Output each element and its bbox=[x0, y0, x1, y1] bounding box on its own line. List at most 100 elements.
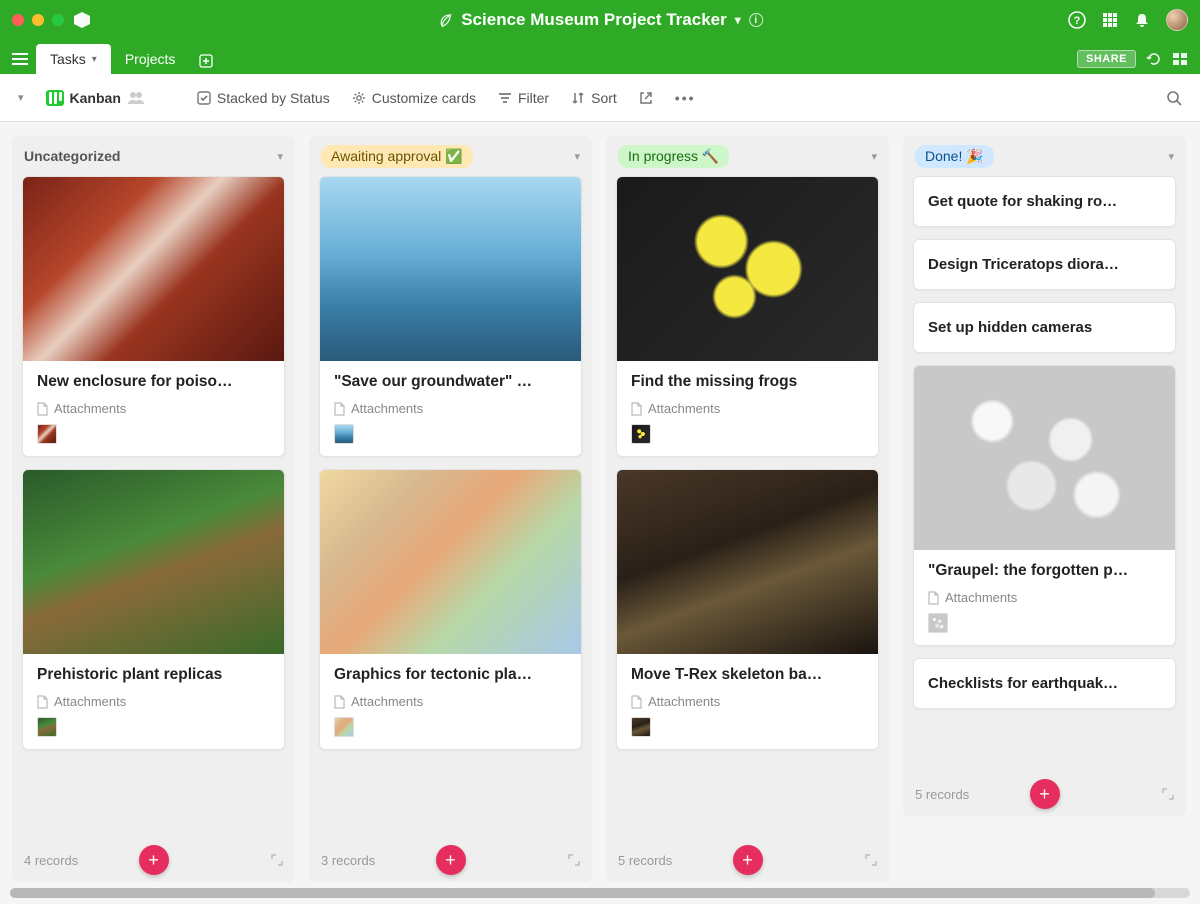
user-avatar[interactable] bbox=[1166, 9, 1188, 31]
share-button[interactable]: SHARE bbox=[1077, 50, 1136, 68]
chevron-down-icon[interactable]: ▾ bbox=[1168, 150, 1174, 163]
close-window-button[interactable] bbox=[12, 14, 24, 26]
view-switcher[interactable]: Kanban bbox=[46, 90, 145, 106]
document-icon bbox=[631, 695, 642, 709]
attachment-thumbnail[interactable] bbox=[334, 424, 354, 444]
chevron-down-icon[interactable]: ▾ bbox=[574, 150, 580, 163]
attachments-label: Attachments bbox=[54, 694, 126, 709]
add-card-button[interactable]: + bbox=[1030, 779, 1060, 809]
column-body[interactable]: New enclosure for poiso…AttachmentsPrehi… bbox=[12, 176, 295, 838]
kanban-card[interactable]: Find the missing frogs Attachments bbox=[616, 176, 879, 457]
card-title: New enclosure for poiso… bbox=[37, 373, 270, 391]
chevron-down-icon[interactable]: ▾ bbox=[277, 150, 283, 163]
titlebar: Science Museum Project Tracker ▾ i ? bbox=[0, 0, 1200, 40]
kanban-card[interactable]: Design Triceratops diora… bbox=[913, 239, 1176, 290]
leaf-icon bbox=[437, 12, 453, 28]
stack-icon bbox=[197, 91, 211, 105]
app-logo-icon bbox=[70, 8, 94, 32]
column-footer: 4 records+ bbox=[12, 838, 295, 882]
stacked-by-button[interactable]: Stacked by Status bbox=[197, 90, 330, 106]
titlebar-right: ? bbox=[1068, 9, 1188, 31]
help-icon[interactable]: ? bbox=[1068, 11, 1086, 29]
expand-column-icon[interactable] bbox=[271, 854, 283, 866]
search-icon[interactable] bbox=[1166, 90, 1182, 106]
card-title: Prehistoric plant replicas bbox=[37, 666, 270, 684]
kanban-card[interactable]: "Graupel: the forgotten p…Attachments bbox=[913, 365, 1176, 646]
expand-column-icon[interactable] bbox=[1162, 788, 1174, 800]
add-tab-button[interactable] bbox=[199, 54, 213, 68]
view-toolbar: ▾ Kanban Stacked by Status Customize car… bbox=[0, 74, 1200, 122]
record-count: 3 records bbox=[321, 853, 375, 868]
attachments-row: Attachments bbox=[334, 401, 567, 416]
document-icon bbox=[928, 591, 939, 605]
column-header: Awaiting approval ✅ ▾ bbox=[309, 136, 592, 176]
horizontal-scrollbar[interactable] bbox=[10, 888, 1190, 898]
attachment-thumbnail[interactable] bbox=[37, 424, 57, 444]
card-cover-image bbox=[617, 470, 878, 654]
add-card-button[interactable]: + bbox=[139, 845, 169, 875]
share-view-button[interactable] bbox=[639, 91, 653, 105]
kanban-card[interactable]: "Save our groundwater" …Attachments bbox=[319, 176, 582, 457]
notifications-bell-icon[interactable] bbox=[1134, 12, 1150, 28]
kanban-card[interactable]: Checklists for earthquak… bbox=[913, 658, 1176, 709]
column-header: Done! 🎉 ▾ bbox=[903, 136, 1186, 176]
expand-column-icon[interactable] bbox=[865, 854, 877, 866]
column-body[interactable]: Get quote for shaking ro… Design Tricerat… bbox=[903, 176, 1186, 772]
chevron-down-icon[interactable]: ▾ bbox=[92, 54, 97, 65]
tabbar-right: SHARE bbox=[1077, 50, 1188, 68]
menu-hamburger-icon[interactable] bbox=[12, 52, 28, 66]
attachments-label: Attachments bbox=[648, 401, 720, 416]
card-cover-image bbox=[914, 366, 1175, 550]
filter-button[interactable]: Filter bbox=[498, 90, 549, 106]
info-icon[interactable]: i bbox=[749, 13, 763, 27]
column-body[interactable]: "Save our groundwater" …AttachmentsGraph… bbox=[309, 176, 592, 838]
attachment-thumbnail[interactable] bbox=[334, 717, 354, 737]
kanban-card[interactable]: New enclosure for poiso…Attachments bbox=[22, 176, 285, 457]
customize-cards-button[interactable]: Customize cards bbox=[352, 90, 476, 106]
card-cover-image bbox=[320, 177, 581, 361]
sort-button[interactable]: Sort bbox=[571, 90, 617, 106]
kanban-card[interactable]: Get quote for shaking ro… bbox=[913, 176, 1176, 227]
attachment-thumbnail[interactable] bbox=[928, 613, 948, 633]
attachment-thumbnail[interactable] bbox=[631, 717, 651, 737]
workspace-title-group[interactable]: Science Museum Project Tracker ▾ i bbox=[437, 10, 763, 30]
card-cover-image bbox=[23, 470, 284, 654]
kanban-card[interactable]: Set up hidden cameras bbox=[913, 302, 1176, 353]
views-dropdown-icon[interactable]: ▾ bbox=[18, 91, 24, 104]
expand-column-icon[interactable] bbox=[568, 854, 580, 866]
add-card-button[interactable]: + bbox=[733, 845, 763, 875]
column-title[interactable]: Uncategorized bbox=[24, 148, 120, 164]
record-count: 5 records bbox=[618, 853, 672, 868]
collaborators-icon[interactable] bbox=[127, 91, 145, 105]
column-footer: 3 records + bbox=[309, 838, 592, 882]
attachments-label: Attachments bbox=[351, 694, 423, 709]
card-title: Move T-Rex skeleton ba… bbox=[631, 666, 864, 684]
attachment-thumbnail[interactable] bbox=[631, 424, 651, 444]
column-title[interactable]: Awaiting approval ✅ bbox=[321, 145, 473, 168]
column-title[interactable]: Done! 🎉 bbox=[915, 145, 994, 168]
workspace-title: Science Museum Project Tracker bbox=[461, 10, 727, 30]
board-area: Uncategorized▾New enclosure for poiso…At… bbox=[0, 122, 1200, 904]
column-title[interactable]: In progress 🔨 bbox=[618, 145, 729, 168]
kanban-card[interactable]: Move T-Rex skeleton ba…Attachments bbox=[616, 469, 879, 750]
maximize-window-button[interactable] bbox=[52, 14, 64, 26]
more-options-button[interactable]: ••• bbox=[675, 90, 696, 106]
svg-text:?: ? bbox=[1074, 15, 1081, 27]
kanban-card[interactable]: Graphics for tectonic pla…Attachments bbox=[319, 469, 582, 750]
chevron-down-icon[interactable]: ▾ bbox=[871, 150, 877, 163]
attachment-thumbnail[interactable] bbox=[37, 717, 57, 737]
card-cover-image bbox=[320, 470, 581, 654]
attachments-row: Attachments bbox=[928, 590, 1161, 605]
blocks-icon[interactable] bbox=[1172, 51, 1188, 67]
tab-tasks[interactable]: Tasks ▾ bbox=[36, 44, 111, 74]
column-body[interactable]: Find the missing frogs Attachments Move T-… bbox=[606, 176, 889, 838]
tab-projects[interactable]: Projects bbox=[111, 44, 190, 74]
apps-grid-icon[interactable] bbox=[1102, 12, 1118, 28]
kanban-card[interactable]: Prehistoric plant replicas Attachments bbox=[22, 469, 285, 750]
add-card-button[interactable]: + bbox=[436, 845, 466, 875]
card-title: Find the missing frogs bbox=[631, 373, 864, 391]
gear-icon bbox=[352, 91, 366, 105]
chevron-down-icon: ▾ bbox=[735, 13, 741, 27]
history-icon[interactable] bbox=[1146, 51, 1162, 67]
minimize-window-button[interactable] bbox=[32, 14, 44, 26]
